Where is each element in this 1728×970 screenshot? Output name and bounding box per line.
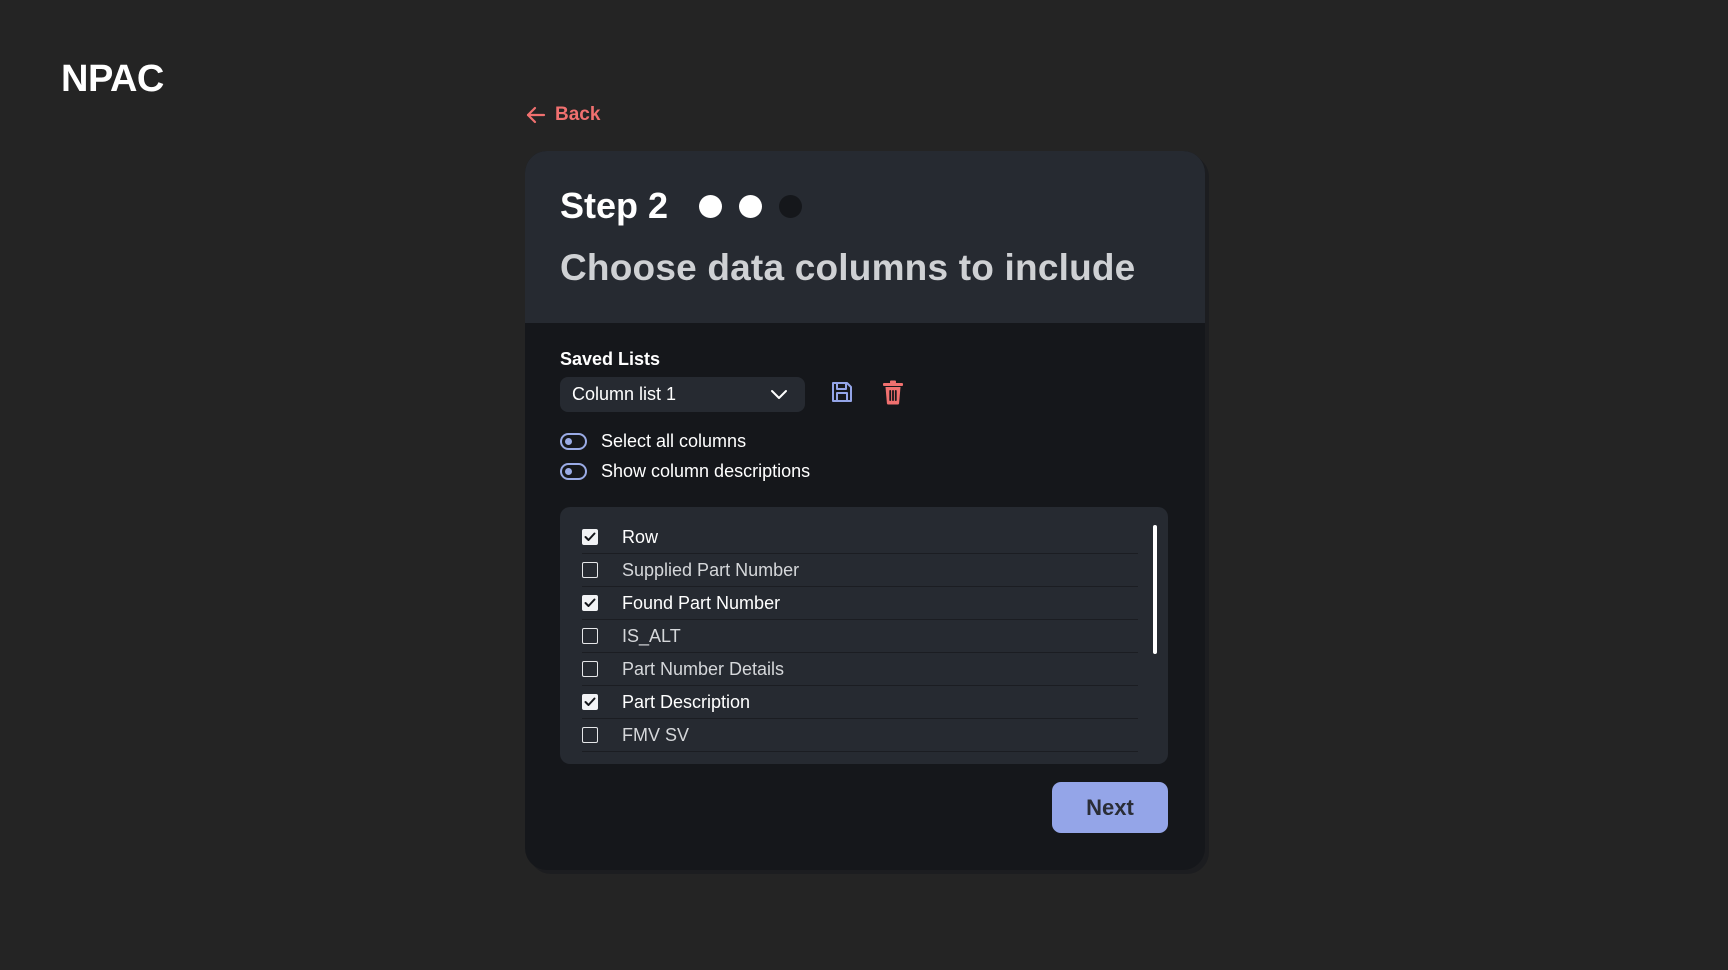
next-button[interactable]: Next <box>1052 782 1168 833</box>
trash-icon <box>882 380 904 410</box>
step-subtitle: Choose data columns to include <box>560 247 1136 288</box>
step-dot-1 <box>699 194 723 218</box>
column-label: Part Number Details <box>622 658 785 679</box>
column-checkbox[interactable] <box>582 628 598 644</box>
column-checkbox[interactable] <box>582 562 598 578</box>
app-logo: NPAC <box>61 58 164 100</box>
column-checkbox[interactable] <box>582 529 598 545</box>
column-list: Row Supplied Part Number Found Part Numb… <box>560 507 1168 764</box>
saved-list-select[interactable]: Column list 1 <box>560 377 805 412</box>
column-checkbox[interactable] <box>582 694 598 710</box>
column-checkbox[interactable] <box>582 661 598 677</box>
arrow-left-icon <box>526 106 546 124</box>
step-progress-dots <box>699 194 803 218</box>
wizard-header: Step 2 Choose data columns to include <box>525 151 1205 323</box>
delete-list-button[interactable] <box>882 380 904 410</box>
wizard-body: Saved Lists Column list 1 Select all col… <box>525 323 1205 764</box>
column-row-fmv-sv[interactable]: FMV SV <box>582 719 1138 752</box>
column-row-found-part-number[interactable]: Found Part Number <box>582 587 1138 620</box>
floppy-disk-icon <box>830 380 854 409</box>
column-row-part-description[interactable]: Part Description <box>582 686 1138 719</box>
wizard-card: Step 2 Choose data columns to include Sa… <box>525 151 1205 870</box>
column-row-supplied-part-number[interactable]: Supplied Part Number <box>582 554 1138 587</box>
column-label: IS_ALT <box>622 625 681 646</box>
step-title: Step 2 <box>560 185 669 226</box>
column-checkbox[interactable] <box>582 595 598 611</box>
column-label: Row <box>622 526 659 547</box>
toggle-switch-icon <box>560 462 587 480</box>
column-row-part-number-details[interactable]: Part Number Details <box>582 653 1138 686</box>
save-list-button[interactable] <box>830 380 854 409</box>
column-list-scrollbar[interactable] <box>1153 525 1157 654</box>
show-descriptions-toggle[interactable]: Show column descriptions <box>560 456 1170 486</box>
back-label: Back <box>555 104 601 125</box>
select-all-toggle[interactable]: Select all columns <box>560 426 1170 456</box>
saved-list-value: Column list 1 <box>572 384 677 404</box>
show-descriptions-label: Show column descriptions <box>601 460 811 481</box>
column-row-row[interactable]: Row <box>582 521 1138 554</box>
chevron-down-icon <box>770 384 788 405</box>
column-label: FMV SV <box>622 724 690 745</box>
step-dot-2 <box>739 194 763 218</box>
saved-lists-label: Saved Lists <box>560 349 661 369</box>
column-label: Part Description <box>622 691 751 712</box>
column-checkbox[interactable] <box>582 727 598 743</box>
back-link[interactable]: Back <box>526 104 600 126</box>
step-dot-3 <box>779 194 803 218</box>
column-label: Found Part Number <box>622 592 781 613</box>
column-label: Supplied Part Number <box>622 559 800 580</box>
column-row-is-alt[interactable]: IS_ALT <box>582 620 1138 653</box>
toggle-switch-icon <box>560 432 587 450</box>
select-all-label: Select all columns <box>601 430 747 451</box>
